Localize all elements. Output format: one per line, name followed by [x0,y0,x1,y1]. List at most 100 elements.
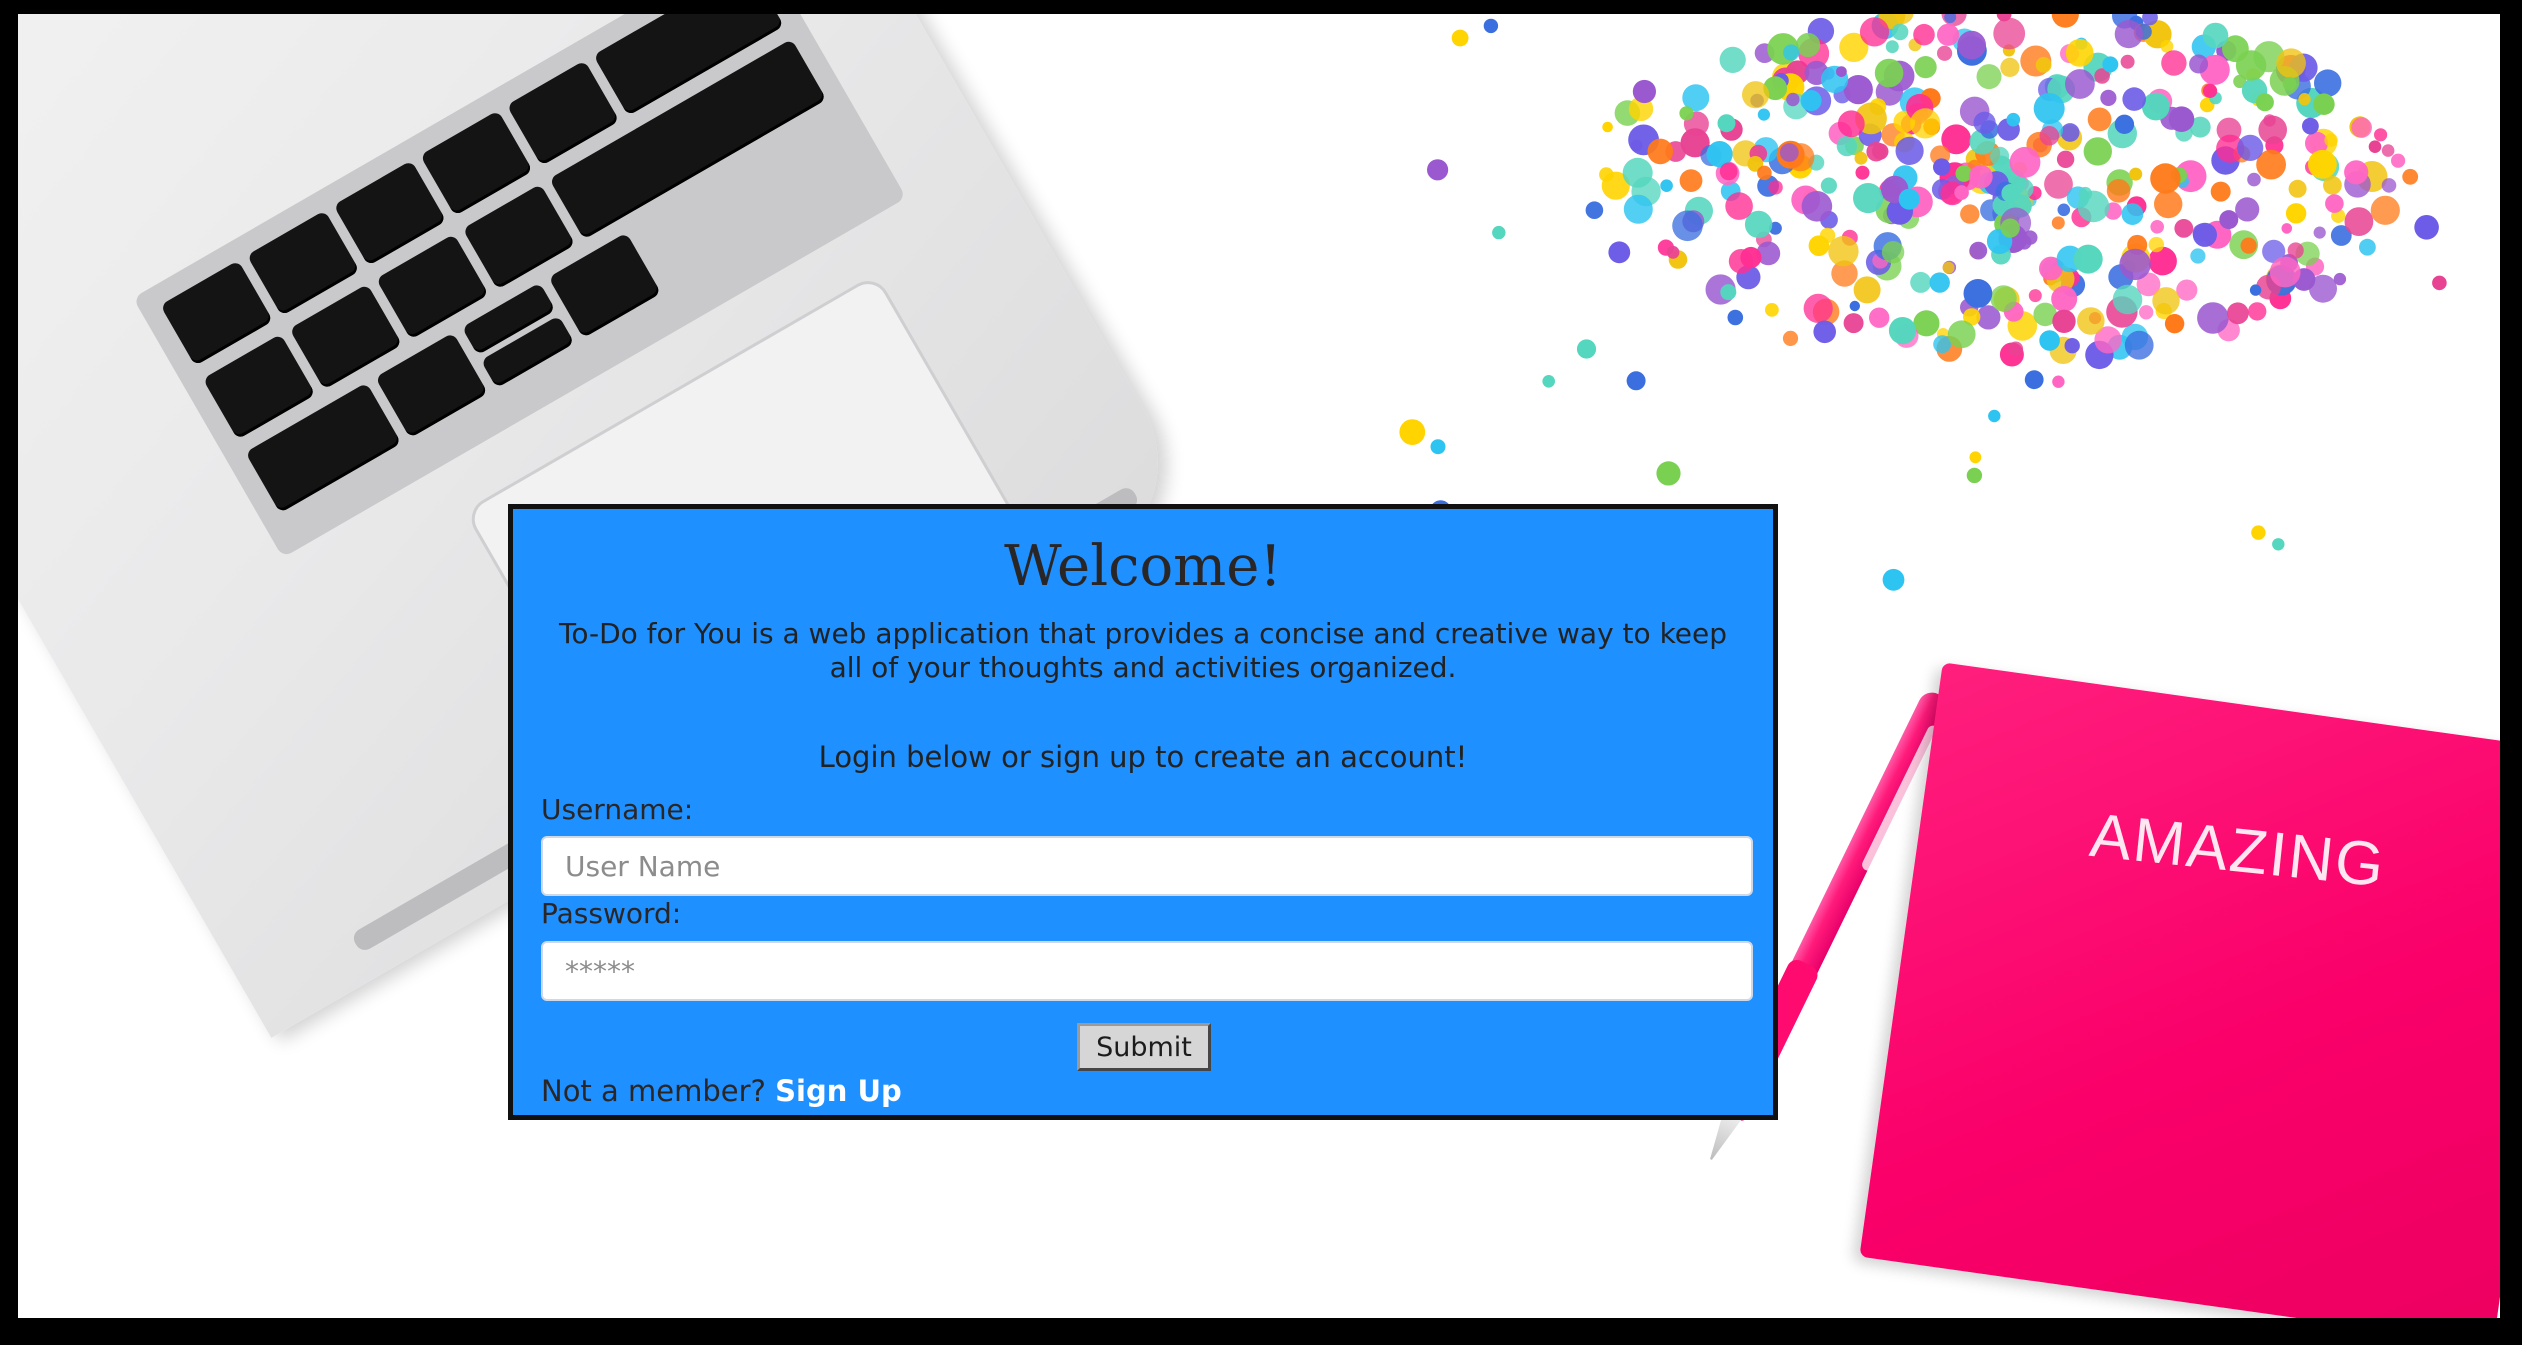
confetti-piece [1882,568,1905,591]
confetti-piece [1492,225,1506,240]
confetti-piece [1849,300,1861,312]
confetti-piece [1828,236,1859,267]
confetti-piece [1843,313,1864,334]
confetti-piece [1869,307,1890,328]
confetti-piece [2325,194,2344,213]
confetti-piece [2124,330,2154,360]
confetti-piece [2033,93,2065,124]
confetti-piece [2219,210,2239,230]
notebook-lettering: AMAZING [2086,800,2389,901]
confetti-piece [1427,159,1449,181]
confetti-piece [2051,14,2079,28]
confetti-piece [1914,56,1937,79]
confetti-piece [2309,274,2337,303]
confetti-piece [1874,58,1904,88]
confetti-piece [1399,419,1426,445]
confetti-piece [2203,83,2218,98]
confetti-piece [2237,134,2264,161]
confetti-piece [1960,204,1980,224]
confetti-piece [1585,201,1604,219]
app-description: To-Do for You is a web application that … [558,617,1728,684]
confetti-piece [1430,439,1446,455]
confetti-piece [2065,39,2094,67]
confetti-piece [2051,285,2078,312]
confetti-piece [1988,409,2001,423]
confetti-piece [2052,309,2076,333]
confetti-piece [1990,146,2010,166]
confetti-piece [2308,149,2337,179]
confetti-piece [1782,330,1799,346]
confetti-piece [2154,189,2183,219]
confetti-piece [1623,194,1653,224]
confetti-piece [1859,17,1890,47]
confetti-piece [1679,169,1703,193]
confetti-piece [1719,46,1746,73]
confetti-piece [2009,146,2041,178]
confetti-piece [1727,309,1744,326]
confetti-piece [2189,54,2209,74]
confetti-piece [1679,106,1694,121]
confetti-piece [2351,117,2372,138]
confetti-piece [1836,135,1858,157]
confetti-piece [1837,110,1865,138]
confetti-piece [2164,314,2185,334]
sign-up-link[interactable]: Sign Up [775,1074,902,1108]
confetti-piece [2190,248,2206,264]
confetti-piece [1740,246,1762,269]
confetti-piece [2039,330,2060,351]
confetti-piece [2344,160,2369,185]
confetti-piece [2122,87,2146,111]
confetti-piece [1796,32,1821,58]
confetti-piece [1942,261,1955,274]
confetti-piece [2370,195,2400,225]
confetti-piece [1898,188,1920,210]
confetti-piece [1895,136,1924,165]
confetti-piece [2226,302,2249,325]
confetti-piece [2060,123,2080,142]
confetti-piece [1779,143,1799,162]
confetti-piece [2008,341,2024,357]
confetti-piece [1725,192,1753,220]
confetti-piece [2141,92,2170,121]
confetti-piece [2168,106,2195,132]
confetti-piece [2247,172,2261,187]
username-input[interactable] [541,836,1753,896]
confetti-piece [2148,236,2164,253]
confetti-piece [2065,69,2095,99]
confetti-piece [1993,17,2026,50]
confetti-piece [1937,45,1953,61]
confetti-piece [2192,222,2217,247]
confetti-piece [1973,111,1996,134]
confetti-piece [1966,467,1983,484]
confetti-piece [2313,226,2326,239]
confetti-piece [1666,245,1680,259]
confetti-piece [2381,144,2395,157]
confetti-piece [2197,302,2229,334]
confetti-piece [2152,287,2180,315]
confetti-piece [1968,164,1993,189]
confetti-piece [2288,179,2307,198]
confetti-piece [2087,107,2112,132]
confetti-piece [2210,181,2231,202]
confetti-piece [2235,197,2260,222]
confetti-piece [2077,307,2105,335]
confetti-piece [1947,320,1976,349]
confetti-piece [2051,216,2065,230]
password-input[interactable] [541,941,1753,1001]
confetti-piece [2052,375,2065,388]
confetti-piece [1451,29,1469,47]
confetti-piece [1836,66,1847,77]
confetti-piece [2202,22,2229,49]
confetti-piece [1656,461,1681,486]
confetti-piece [1719,162,1738,181]
confetti-piece [1576,339,1597,359]
confetti-piece [1602,121,1613,133]
confetti-piece [1803,293,1833,323]
confetti-piece [2150,220,2164,234]
confetti-piece [2258,115,2287,145]
confetti-piece [2432,275,2447,291]
confetti-piece [2374,128,2388,142]
confetti-piece [1800,90,1822,112]
submit-button[interactable]: Submit [1077,1023,1211,1071]
confetti-piece [1969,451,1982,464]
